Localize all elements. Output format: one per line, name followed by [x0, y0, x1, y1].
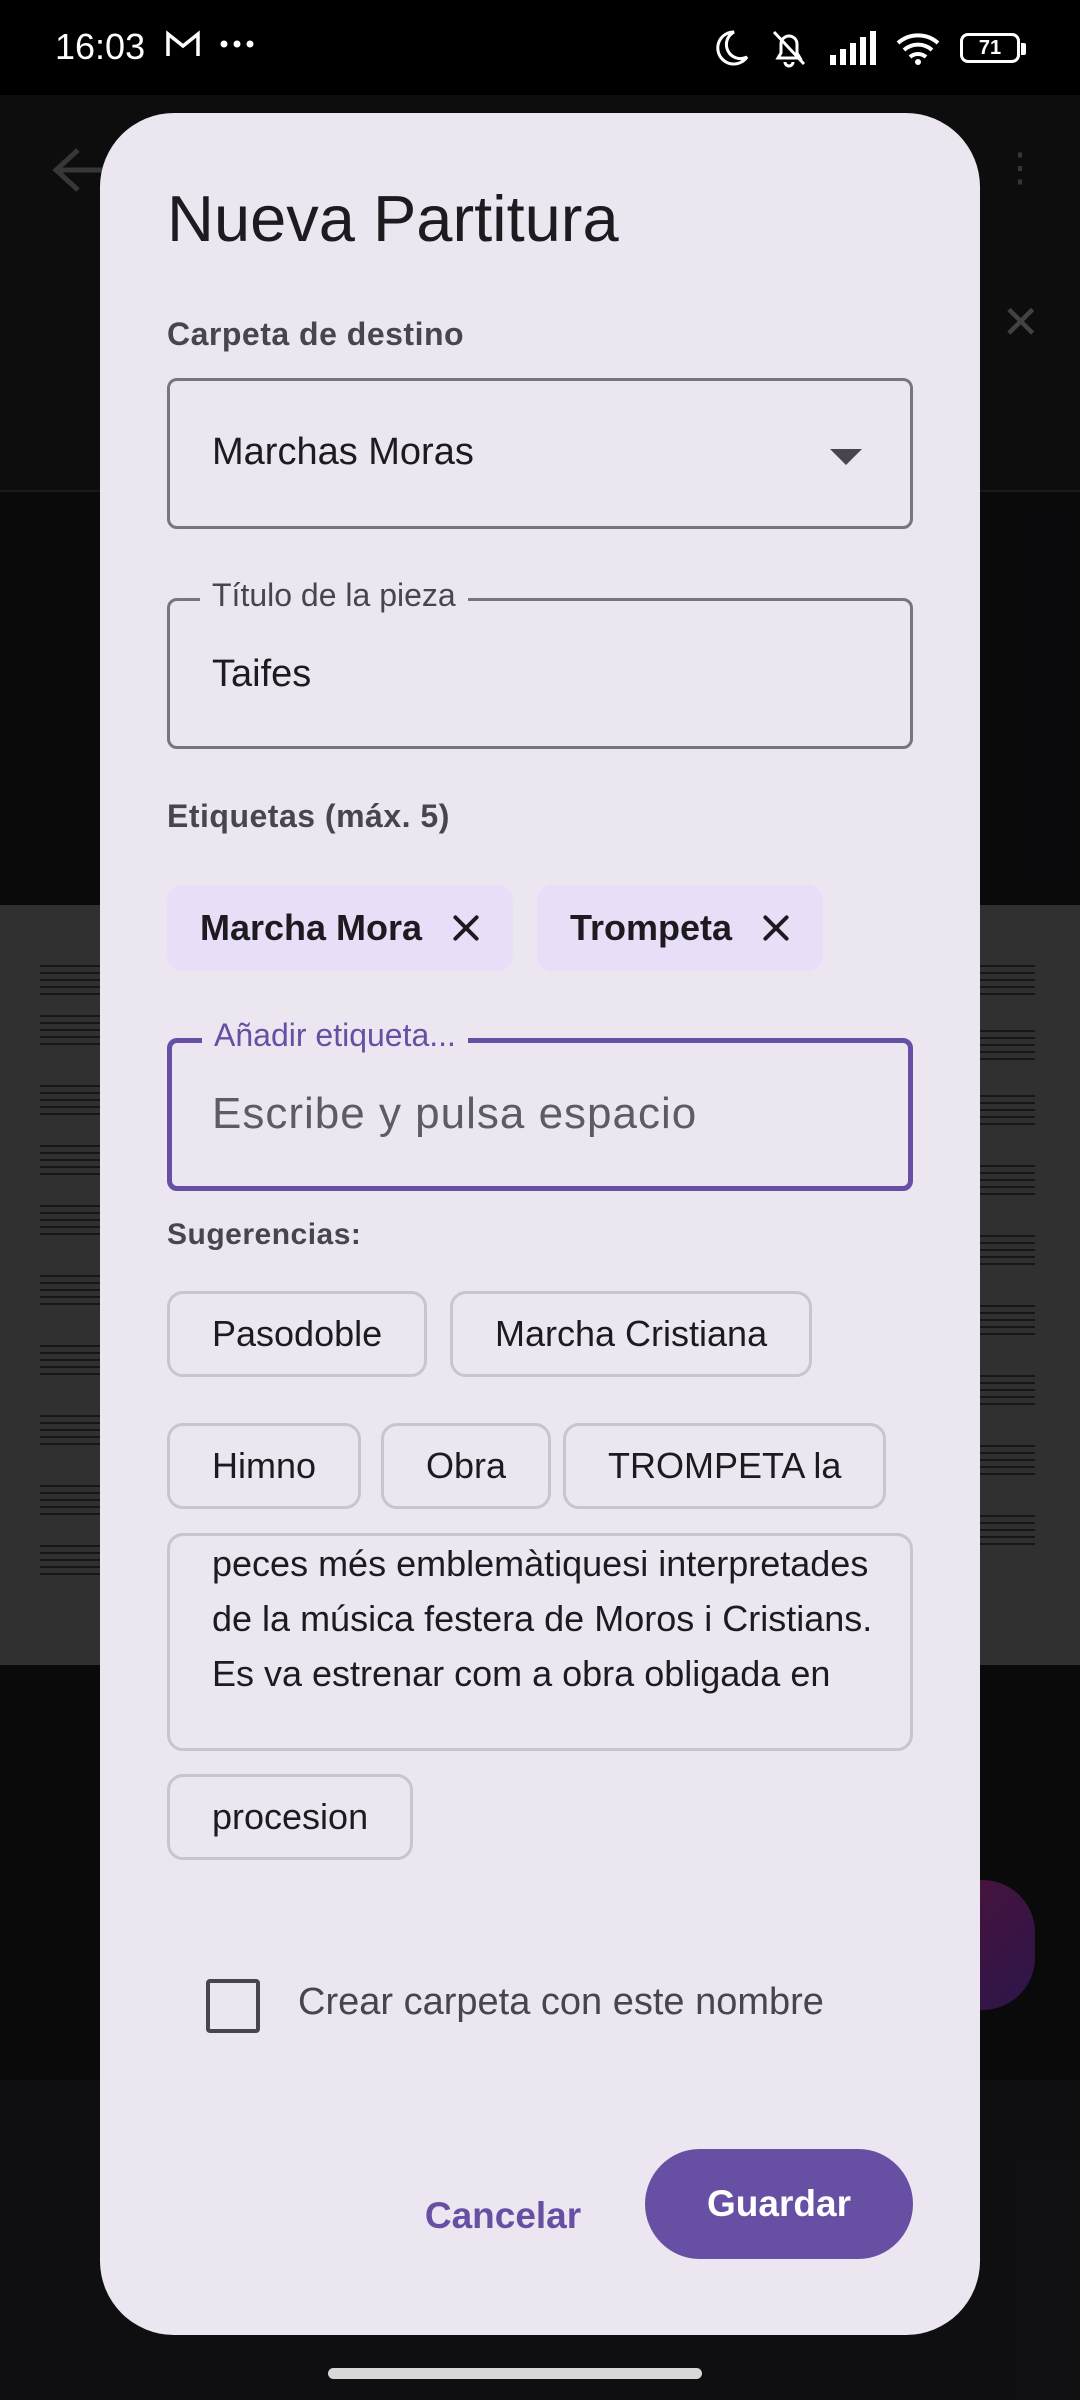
- folder-dropdown[interactable]: Marchas Moras: [167, 378, 913, 529]
- remove-tag-close-icon[interactable]: [762, 914, 790, 942]
- wifi-icon: [896, 33, 940, 65]
- suggestion-chip[interactable]: Himno: [167, 1423, 362, 1509]
- suggestion-chip[interactable]: Pasodoble: [167, 1291, 428, 1377]
- cancel-button[interactable]: Cancelar: [413, 2161, 593, 2271]
- dialog-title: Nueva Partitura: [167, 182, 619, 255]
- selected-tag-chip: Marcha Mora: [167, 885, 514, 971]
- gesture-bar[interactable]: [328, 2368, 702, 2379]
- battery-icon: 71: [960, 33, 1026, 63]
- remove-tag-close-icon[interactable]: [452, 914, 480, 942]
- status-bar: 16:03 71: [0, 0, 1080, 95]
- selected-tag-label: Trompeta: [570, 907, 733, 948]
- gmail-icon: [166, 30, 200, 56]
- add-tag-label: Añadir etiqueta...: [202, 1017, 468, 1054]
- add-tag-field[interactable]: Añadir etiqueta... Escribe y pulsa espac…: [167, 1017, 913, 1191]
- suggestions-label: Sugerencias:: [167, 1218, 362, 1251]
- add-tag-placeholder: Escribe y pulsa espacio: [212, 1089, 698, 1138]
- signal-icon: [830, 31, 876, 65]
- bell-off-icon: [772, 30, 806, 68]
- more-dots-icon: [220, 40, 254, 48]
- suggestion-chip-long[interactable]: peces més emblemàtiquesi interpretades d…: [167, 1533, 913, 1751]
- title-field[interactable]: Título de la pieza Taifes: [167, 577, 913, 749]
- suggestion-chip[interactable]: Marcha Cristiana: [450, 1291, 813, 1377]
- status-time: 16:03: [55, 26, 146, 67]
- moon-icon: [716, 30, 749, 66]
- suggestion-chip-long-text: peces més emblemàtiquesi interpretades d…: [212, 1543, 873, 1694]
- dropdown-arrow-icon: [830, 449, 862, 465]
- new-score-dialog: Nueva Partitura Carpeta de destino March…: [100, 113, 980, 2335]
- selected-tag-chip: Trompeta: [537, 885, 824, 971]
- tags-label: Etiquetas (máx. 5): [167, 798, 450, 834]
- title-field-label: Título de la pieza: [200, 577, 468, 614]
- folder-dropdown-value: Marchas Moras: [212, 431, 474, 473]
- save-button[interactable]: Guardar: [645, 2149, 913, 2259]
- suggestion-chip[interactable]: Obra: [381, 1423, 552, 1509]
- create-folder-checkbox[interactable]: [206, 1979, 260, 2033]
- suggestion-chip[interactable]: procesion: [167, 1774, 414, 1860]
- title-field-value: Taifes: [212, 653, 312, 695]
- selected-tag-label: Marcha Mora: [200, 907, 423, 948]
- suggestion-chip[interactable]: TROMPETA la: [563, 1423, 887, 1509]
- create-folder-label[interactable]: Crear carpeta con este nombre: [298, 1981, 824, 2024]
- folder-label: Carpeta de destino: [167, 316, 465, 352]
